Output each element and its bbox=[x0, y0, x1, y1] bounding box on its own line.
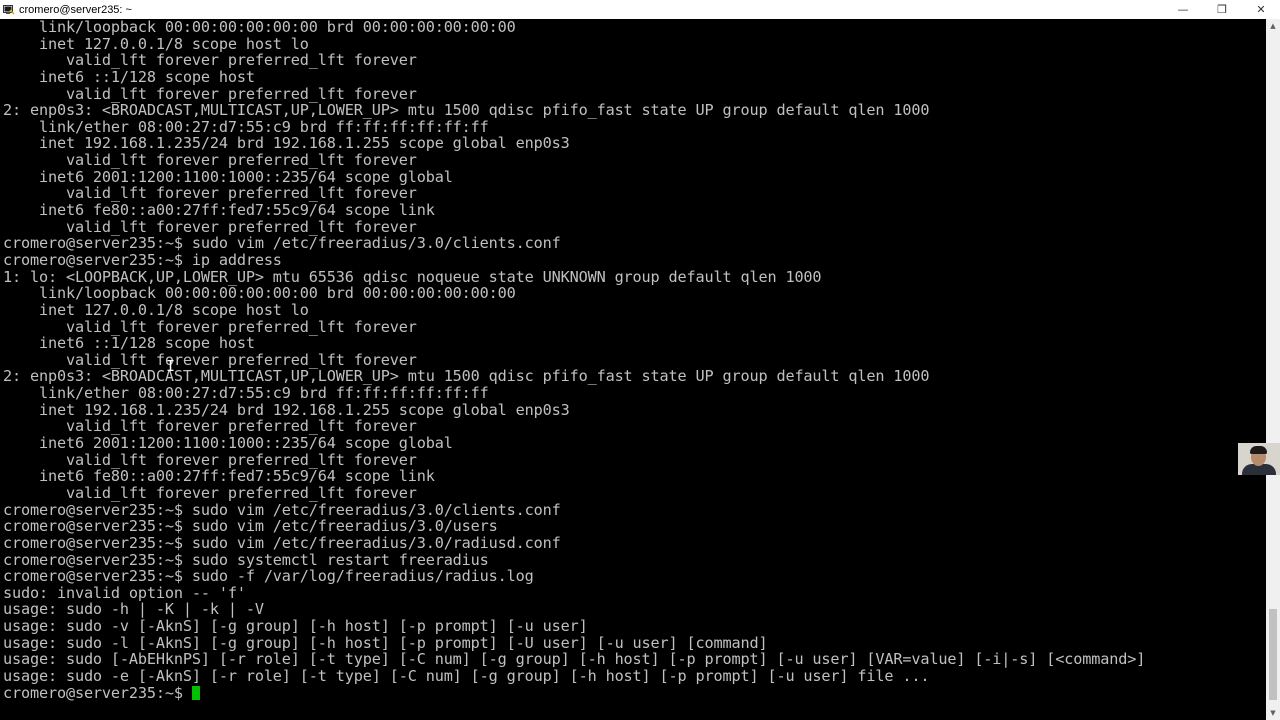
terminal-line: inet6 fe80::a00:27ff:fed7:55c9/64 scope … bbox=[3, 201, 435, 220]
close-icon: ✕ bbox=[1256, 3, 1266, 16]
terminal-line: usage: sudo -l [-AknS] [-g group] [-h ho… bbox=[3, 633, 768, 652]
terminal-line: cromero@server235:~$ sudo vim /etc/freer… bbox=[3, 234, 561, 253]
terminal-line: inet 192.168.1.235/24 brd 192.168.1.255 … bbox=[3, 134, 570, 153]
terminal-line: inet6 2001:1200:1100:1000::235/64 scope … bbox=[3, 434, 453, 453]
scrollbar-thumb[interactable] bbox=[1269, 609, 1277, 700]
terminal-line: valid_lft forever preferred_lft forever bbox=[3, 450, 417, 469]
mouse-ibeam-cursor-icon: I bbox=[166, 357, 176, 375]
restore-button[interactable]: ❐ bbox=[1203, 0, 1241, 19]
text-cursor bbox=[191, 685, 200, 700]
terminal-line: 2: enp0s3: <BROADCAST,MULTICAST,UP,LOWER… bbox=[3, 101, 930, 120]
terminal-prompt-line[interactable]: cromero@server235:~$ bbox=[3, 683, 1145, 702]
terminal-line: usage: sudo -v [-AknS] [-g group] [-h ho… bbox=[3, 617, 588, 636]
terminal-line: inet 127.0.0.1/8 scope host lo bbox=[3, 34, 309, 53]
terminal-line: cromero@server235:~$ sudo systemctl rest… bbox=[3, 550, 489, 569]
terminal-line: inet 127.0.0.1/8 scope host lo bbox=[3, 300, 309, 319]
terminal-line: cromero@server235:~$ ip address bbox=[3, 250, 282, 269]
terminal-line: link/ether 08:00:27:d7:55:c9 brd ff:ff:f… bbox=[3, 117, 489, 136]
terminal-window: cromero@server235: ~ — ❐ ✕ link/loopback… bbox=[0, 0, 1280, 720]
terminal-line: cromero@server235:~$ sudo vim /etc/freer… bbox=[3, 500, 561, 519]
terminal-line: cromero@server235:~$ sudo vim /etc/freer… bbox=[3, 533, 561, 552]
scroll-up-icon[interactable]: ▲ bbox=[1266, 19, 1280, 33]
terminal-line: valid_lft forever preferred_lft forever bbox=[3, 317, 417, 336]
terminal-line: valid_lft forever preferred_lft forever bbox=[3, 151, 417, 170]
terminal-line: valid_lft forever preferred_lft forever bbox=[3, 184, 417, 203]
window-title: cromero@server235: ~ bbox=[19, 3, 132, 16]
webcam-overlay bbox=[1238, 443, 1280, 475]
terminal-line: usage: sudo [-AbEHknPS] [-r role] [-t ty… bbox=[3, 650, 1146, 669]
terminal-line: inet6 2001:1200:1100:1000::235/64 scope … bbox=[3, 167, 453, 186]
minimize-icon: — bbox=[1177, 3, 1189, 16]
terminal-line: valid_lft forever preferred_lft forever bbox=[3, 417, 417, 436]
vertical-scrollbar[interactable]: ▲ ▼ bbox=[1266, 19, 1280, 720]
terminal-line: cromero@server235:~$ sudo -f /var/log/fr… bbox=[3, 567, 534, 586]
terminal-line: usage: sudo -e [-AknS] [-r role] [-t typ… bbox=[3, 666, 930, 685]
terminal-line: usage: sudo -h | -K | -k | -V bbox=[3, 600, 264, 619]
putty-terminal-icon[interactable] bbox=[3, 4, 15, 16]
terminal-line: link/loopback 00:00:00:00:00:00 brd 00:0… bbox=[3, 19, 516, 36]
webcam-person-hair bbox=[1250, 446, 1267, 454]
terminal-line: link/loopback 00:00:00:00:00:00 brd 00:0… bbox=[3, 284, 516, 303]
close-button[interactable]: ✕ bbox=[1242, 0, 1280, 19]
terminal-line: inet 192.168.1.235/24 brd 192.168.1.255 … bbox=[3, 400, 570, 419]
title-bar[interactable]: cromero@server235: ~ — ❐ ✕ bbox=[0, 0, 1280, 19]
terminal-line: cromero@server235:~$ sudo vim /etc/freer… bbox=[3, 517, 498, 536]
restore-icon: ❐ bbox=[1217, 3, 1227, 16]
terminal-line: link/ether 08:00:27:d7:55:c9 brd ff:ff:f… bbox=[3, 384, 489, 403]
terminal-line: sudo: invalid option -- 'f' bbox=[3, 583, 246, 602]
terminal-line: valid_lft forever preferred_lft forever bbox=[3, 51, 417, 70]
terminal-area[interactable]: link/loopback 00:00:00:00:00:00 brd 00:0… bbox=[0, 19, 1266, 720]
terminal-line: inet6 ::1/128 scope host bbox=[3, 67, 255, 86]
terminal-line: inet6 fe80::a00:27ff:fed7:55c9/64 scope … bbox=[3, 467, 435, 486]
shell-prompt: cromero@server235:~$ bbox=[3, 683, 192, 702]
terminal-line: 1: lo: <LOOPBACK,UP,LOWER_UP> mtu 65536 … bbox=[3, 267, 822, 286]
terminal-line: inet6 ::1/128 scope host bbox=[3, 334, 255, 353]
terminal-line: valid_lft forever preferred_lft forever bbox=[3, 217, 417, 236]
scroll-down-icon[interactable]: ▼ bbox=[1266, 706, 1280, 720]
minimize-button[interactable]: — bbox=[1164, 0, 1202, 19]
terminal-line: valid_lft forever preferred_lft forever bbox=[3, 483, 417, 502]
terminal-line: valid_lft forever preferred_lft forever bbox=[3, 84, 417, 103]
